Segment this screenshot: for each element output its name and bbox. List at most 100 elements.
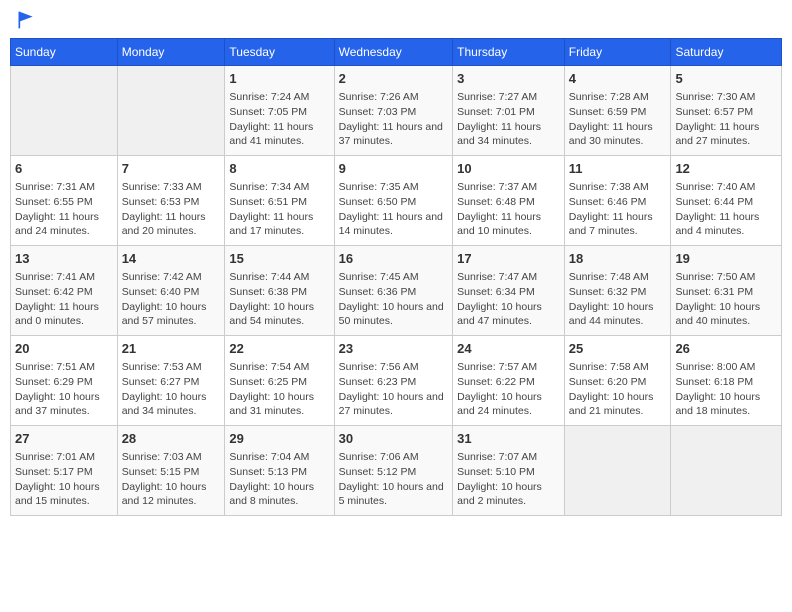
- day-content: Sunrise: 7:03 AM Sunset: 5:15 PM Dayligh…: [122, 450, 221, 509]
- day-content: Sunrise: 7:27 AM Sunset: 7:01 PM Dayligh…: [457, 90, 560, 149]
- calendar-cell: 25 Sunrise: 7:58 AM Sunset: 6:20 PM Dayli…: [564, 336, 671, 426]
- day-number: 30: [339, 430, 449, 448]
- day-content: Sunrise: 7:42 AM Sunset: 6:40 PM Dayligh…: [122, 270, 221, 329]
- day-content: Sunrise: 7:38 AM Sunset: 6:46 PM Dayligh…: [569, 180, 667, 239]
- day-content: Sunrise: 7:50 AM Sunset: 6:31 PM Dayligh…: [675, 270, 777, 329]
- day-content: Sunrise: 7:40 AM Sunset: 6:44 PM Dayligh…: [675, 180, 777, 239]
- calendar-cell: [671, 426, 782, 516]
- day-number: 22: [229, 340, 329, 358]
- calendar-cell: 19 Sunrise: 7:50 AM Sunset: 6:31 PM Dayli…: [671, 246, 782, 336]
- day-content: Sunrise: 7:57 AM Sunset: 6:22 PM Dayligh…: [457, 360, 560, 419]
- day-content: Sunrise: 7:34 AM Sunset: 6:51 PM Dayligh…: [229, 180, 329, 239]
- column-header-thursday: Thursday: [453, 39, 565, 66]
- day-content: Sunrise: 7:56 AM Sunset: 6:23 PM Dayligh…: [339, 360, 449, 419]
- calendar-week-row: 27Sunrise: 7:01 AM Sunset: 5:17 PM Dayli…: [11, 426, 782, 516]
- day-content: Sunrise: 7:35 AM Sunset: 6:50 PM Dayligh…: [339, 180, 449, 239]
- calendar-cell: [564, 426, 671, 516]
- calendar-cell: [117, 66, 225, 156]
- day-number: 17: [457, 250, 560, 268]
- day-number: 18: [569, 250, 667, 268]
- day-content: Sunrise: 7:24 AM Sunset: 7:05 PM Dayligh…: [229, 90, 329, 149]
- calendar-cell: 21Sunrise: 7:53 AM Sunset: 6:27 PM Dayli…: [117, 336, 225, 426]
- day-content: Sunrise: 7:45 AM Sunset: 6:36 PM Dayligh…: [339, 270, 449, 329]
- day-content: Sunrise: 7:51 AM Sunset: 6:29 PM Dayligh…: [15, 360, 113, 419]
- calendar-cell: 3Sunrise: 7:27 AM Sunset: 7:01 PM Daylig…: [453, 66, 565, 156]
- calendar-cell: 29Sunrise: 7:04 AM Sunset: 5:13 PM Dayli…: [225, 426, 334, 516]
- day-number: 2: [339, 70, 449, 88]
- day-number: 5: [675, 70, 777, 88]
- calendar-cell: [11, 66, 118, 156]
- day-number: 11: [569, 160, 667, 178]
- day-number: 28: [122, 430, 221, 448]
- day-content: Sunrise: 7:01 AM Sunset: 5:17 PM Dayligh…: [15, 450, 113, 509]
- day-content: Sunrise: 7:54 AM Sunset: 6:25 PM Dayligh…: [229, 360, 329, 419]
- column-header-tuesday: Tuesday: [225, 39, 334, 66]
- day-number: 12: [675, 160, 777, 178]
- calendar-cell: 2Sunrise: 7:26 AM Sunset: 7:03 PM Daylig…: [334, 66, 453, 156]
- logo-flag-icon: [16, 10, 36, 30]
- day-content: Sunrise: 8:00 AM Sunset: 6:18 PM Dayligh…: [675, 360, 777, 419]
- day-number: 14: [122, 250, 221, 268]
- calendar-cell: 1Sunrise: 7:24 AM Sunset: 7:05 PM Daylig…: [225, 66, 334, 156]
- day-content: Sunrise: 7:37 AM Sunset: 6:48 PM Dayligh…: [457, 180, 560, 239]
- calendar-week-row: 13Sunrise: 7:41 AM Sunset: 6:42 PM Dayli…: [11, 246, 782, 336]
- day-content: Sunrise: 7:33 AM Sunset: 6:53 PM Dayligh…: [122, 180, 221, 239]
- day-content: Sunrise: 7:06 AM Sunset: 5:12 PM Dayligh…: [339, 450, 449, 509]
- calendar-cell: 17 Sunrise: 7:47 AM Sunset: 6:34 PM Dayli…: [453, 246, 565, 336]
- day-number: 7: [122, 160, 221, 178]
- calendar-cell: 30 Sunrise: 7:06 AM Sunset: 5:12 PM Dayli…: [334, 426, 453, 516]
- day-number: 20: [15, 340, 113, 358]
- calendar-cell: 26 Sunrise: 8:00 AM Sunset: 6:18 PM Dayli…: [671, 336, 782, 426]
- day-content: Sunrise: 7:44 AM Sunset: 6:38 PM Dayligh…: [229, 270, 329, 329]
- calendar-week-row: 20 Sunrise: 7:51 AM Sunset: 6:29 PM Dayli…: [11, 336, 782, 426]
- page-header: [10, 10, 782, 30]
- column-header-wednesday: Wednesday: [334, 39, 453, 66]
- day-number: 13: [15, 250, 113, 268]
- calendar-cell: 10 Sunrise: 7:37 AM Sunset: 6:48 PM Dayli…: [453, 156, 565, 246]
- day-content: Sunrise: 7:58 AM Sunset: 6:20 PM Dayligh…: [569, 360, 667, 419]
- calendar-cell: 15 Sunrise: 7:44 AM Sunset: 6:38 PM Dayli…: [225, 246, 334, 336]
- calendar-cell: 28 Sunrise: 7:03 AM Sunset: 5:15 PM Dayli…: [117, 426, 225, 516]
- day-number: 9: [339, 160, 449, 178]
- calendar-header-row: SundayMondayTuesdayWednesdayThursdayFrid…: [11, 39, 782, 66]
- calendar-week-row: 6 Sunrise: 7:31 AM Sunset: 6:55 PM Daylig…: [11, 156, 782, 246]
- day-content: Sunrise: 7:04 AM Sunset: 5:13 PM Dayligh…: [229, 450, 329, 509]
- calendar-cell: 11 Sunrise: 7:38 AM Sunset: 6:46 PM Dayli…: [564, 156, 671, 246]
- day-content: Sunrise: 7:47 AM Sunset: 6:34 PM Dayligh…: [457, 270, 560, 329]
- calendar-cell: 20 Sunrise: 7:51 AM Sunset: 6:29 PM Dayli…: [11, 336, 118, 426]
- column-header-monday: Monday: [117, 39, 225, 66]
- day-number: 16: [339, 250, 449, 268]
- calendar-cell: 7 Sunrise: 7:33 AM Sunset: 6:53 PM Daylig…: [117, 156, 225, 246]
- day-number: 19: [675, 250, 777, 268]
- calendar-cell: 23Sunrise: 7:56 AM Sunset: 6:23 PM Dayli…: [334, 336, 453, 426]
- calendar-cell: 9 Sunrise: 7:35 AM Sunset: 6:50 PM Daylig…: [334, 156, 453, 246]
- day-number: 6: [15, 160, 113, 178]
- day-number: 4: [569, 70, 667, 88]
- calendar-cell: 4Sunrise: 7:28 AM Sunset: 6:59 PM Daylig…: [564, 66, 671, 156]
- day-number: 31: [457, 430, 560, 448]
- calendar-cell: 13Sunrise: 7:41 AM Sunset: 6:42 PM Dayli…: [11, 246, 118, 336]
- day-number: 25: [569, 340, 667, 358]
- day-content: Sunrise: 7:31 AM Sunset: 6:55 PM Dayligh…: [15, 180, 113, 239]
- day-number: 8: [229, 160, 329, 178]
- calendar-cell: 18 Sunrise: 7:48 AM Sunset: 6:32 PM Dayli…: [564, 246, 671, 336]
- calendar-table: SundayMondayTuesdayWednesdayThursdayFrid…: [10, 38, 782, 516]
- calendar-cell: 12 Sunrise: 7:40 AM Sunset: 6:44 PM Dayli…: [671, 156, 782, 246]
- day-content: Sunrise: 7:30 AM Sunset: 6:57 PM Dayligh…: [675, 90, 777, 149]
- column-header-saturday: Saturday: [671, 39, 782, 66]
- calendar-cell: 14 Sunrise: 7:42 AM Sunset: 6:40 PM Dayli…: [117, 246, 225, 336]
- day-number: 10: [457, 160, 560, 178]
- calendar-cell: 16 Sunrise: 7:45 AM Sunset: 6:36 PM Dayli…: [334, 246, 453, 336]
- calendar-cell: 24 Sunrise: 7:57 AM Sunset: 6:22 PM Dayli…: [453, 336, 565, 426]
- calendar-cell: 27Sunrise: 7:01 AM Sunset: 5:17 PM Dayli…: [11, 426, 118, 516]
- day-number: 21: [122, 340, 221, 358]
- calendar-cell: 6 Sunrise: 7:31 AM Sunset: 6:55 PM Daylig…: [11, 156, 118, 246]
- day-number: 15: [229, 250, 329, 268]
- column-header-sunday: Sunday: [11, 39, 118, 66]
- logo: [14, 10, 36, 30]
- column-header-friday: Friday: [564, 39, 671, 66]
- calendar-cell: 31Sunrise: 7:07 AM Sunset: 5:10 PM Dayli…: [453, 426, 565, 516]
- day-number: 24: [457, 340, 560, 358]
- day-number: 26: [675, 340, 777, 358]
- day-content: Sunrise: 7:48 AM Sunset: 6:32 PM Dayligh…: [569, 270, 667, 329]
